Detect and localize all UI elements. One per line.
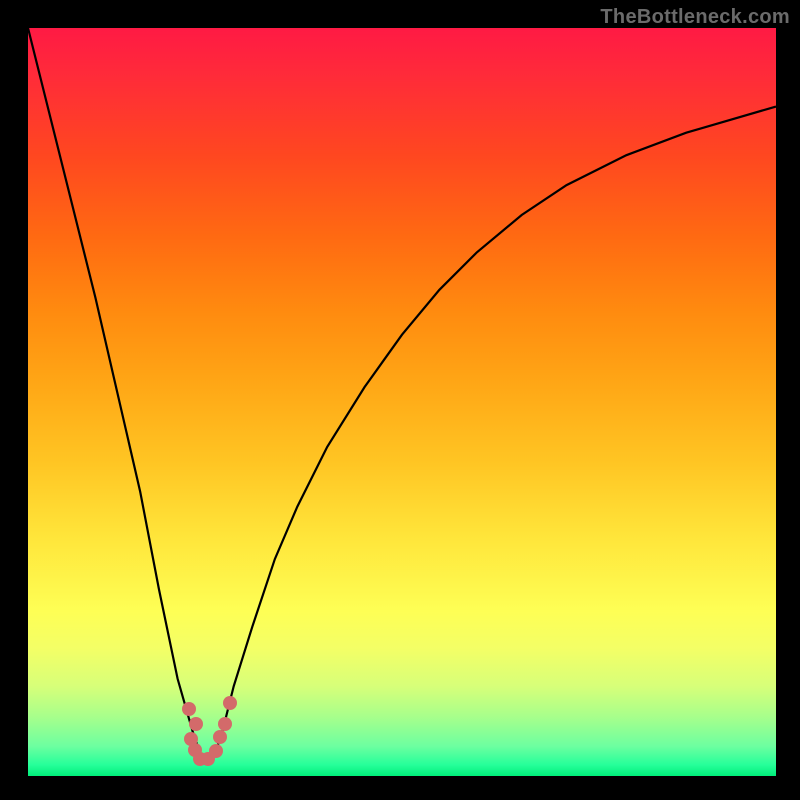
data-point bbox=[182, 702, 196, 716]
chart-plot-area bbox=[28, 28, 776, 776]
data-point bbox=[218, 717, 232, 731]
data-point bbox=[213, 730, 227, 744]
bottleneck-curve bbox=[28, 28, 776, 776]
data-point bbox=[189, 717, 203, 731]
data-point bbox=[223, 696, 237, 710]
watermark-text: TheBottleneck.com bbox=[600, 6, 790, 29]
data-point bbox=[209, 744, 223, 758]
